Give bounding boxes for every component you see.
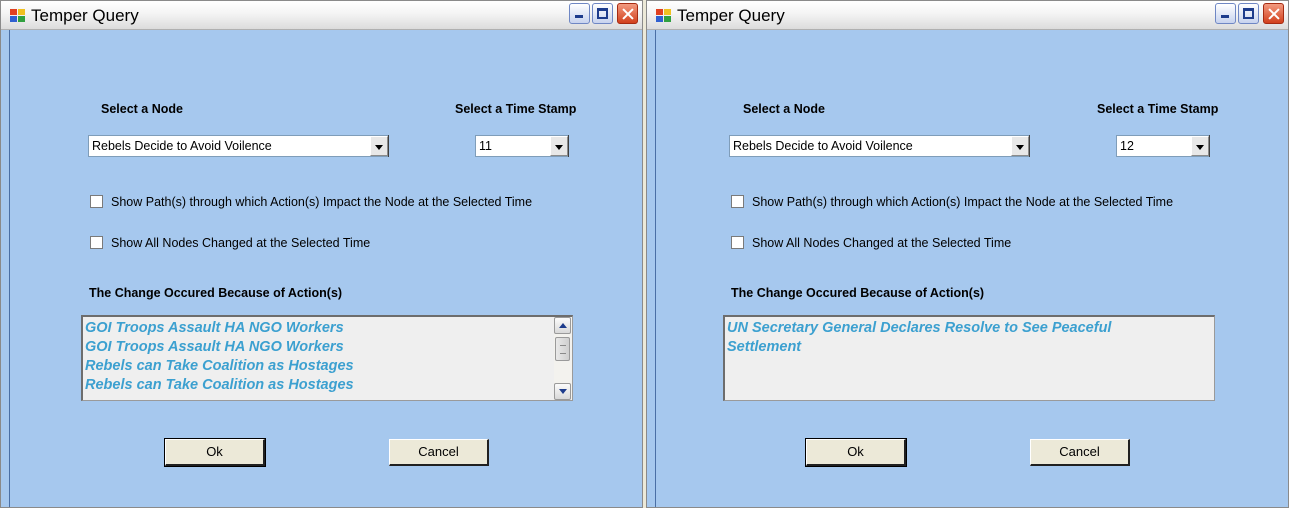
show-paths-label: Show Path(s) through which Action(s) Imp… bbox=[111, 195, 533, 209]
timestamp-select[interactable]: 12 bbox=[1116, 135, 1210, 157]
change-label: The Change Occured Because of Action(s) bbox=[89, 286, 343, 300]
actions-list: UN Secretary General Declares Resolve to… bbox=[727, 319, 1210, 357]
window-title: Temper Query bbox=[677, 6, 785, 25]
title-bar[interactable]: Temper Query bbox=[647, 1, 1288, 30]
show-all-checkbox[interactable] bbox=[90, 236, 103, 249]
action-line: Rebels can Take Coalition as Hostages bbox=[85, 377, 354, 393]
chevron-down-icon[interactable] bbox=[550, 136, 568, 156]
app-icon bbox=[656, 9, 672, 23]
timestamp-select[interactable]: 11 bbox=[475, 135, 569, 157]
scroll-down-icon[interactable] bbox=[554, 383, 571, 400]
node-select[interactable]: Rebels Decide to Avoid Voilence bbox=[729, 135, 1030, 157]
show-all-checkbox-row[interactable]: Show All Nodes Changed at the Selected T… bbox=[731, 236, 1011, 250]
minimize-icon[interactable] bbox=[569, 3, 590, 24]
action-line: Settlement bbox=[727, 339, 802, 355]
show-paths-checkbox[interactable] bbox=[731, 195, 744, 208]
close-icon[interactable] bbox=[617, 3, 638, 24]
window-title: Temper Query bbox=[31, 6, 139, 25]
node-label: Select a Node bbox=[743, 102, 825, 116]
show-all-label: Show All Nodes Changed at the Selected T… bbox=[752, 236, 1012, 250]
close-icon[interactable] bbox=[1263, 3, 1284, 24]
node-label: Select a Node bbox=[101, 102, 183, 116]
show-all-label: Show All Nodes Changed at the Selected T… bbox=[111, 236, 371, 250]
timestamp-label: Select a Time Stamp bbox=[455, 102, 577, 116]
timestamp-select-value: 11 bbox=[479, 139, 492, 153]
temper-query-window-left: Temper Query Select a Node Select a Time… bbox=[0, 0, 643, 508]
dialog-body: Select a Node Select a Time Stamp Rebels… bbox=[9, 30, 638, 507]
chevron-down-icon[interactable] bbox=[370, 136, 388, 156]
action-line: UN Secretary General Declares Resolve to… bbox=[727, 320, 1112, 336]
timestamp-select-value: 12 bbox=[1120, 139, 1134, 153]
node-select-value: Rebels Decide to Avoid Voilence bbox=[92, 139, 272, 153]
show-all-checkbox-row[interactable]: Show All Nodes Changed at the Selected T… bbox=[90, 236, 370, 250]
title-bar[interactable]: Temper Query bbox=[1, 1, 642, 30]
chevron-down-icon[interactable] bbox=[1191, 136, 1209, 156]
show-paths-checkbox[interactable] bbox=[90, 195, 103, 208]
maximize-icon[interactable] bbox=[1238, 3, 1259, 24]
node-select[interactable]: Rebels Decide to Avoid Voilence bbox=[88, 135, 389, 157]
change-label: The Change Occured Because of Action(s) bbox=[731, 286, 985, 300]
chevron-down-icon[interactable] bbox=[1011, 136, 1029, 156]
minimize-icon[interactable] bbox=[1215, 3, 1236, 24]
actions-list: GOI Troops Assault HA NGO Workers GOI Tr… bbox=[85, 319, 552, 395]
vertical-scrollbar[interactable] bbox=[554, 317, 572, 400]
show-all-checkbox[interactable] bbox=[731, 236, 744, 249]
maximize-icon[interactable] bbox=[592, 3, 613, 24]
dialog-body: Select a Node Select a Time Stamp Rebels… bbox=[655, 30, 1284, 507]
show-paths-checkbox-row[interactable]: Show Path(s) through which Action(s) Imp… bbox=[90, 195, 532, 209]
app-icon bbox=[10, 9, 26, 23]
node-select-value: Rebels Decide to Avoid Voilence bbox=[733, 139, 913, 153]
cancel-button[interactable]: Cancel bbox=[389, 439, 489, 466]
actions-textbox[interactable]: GOI Troops Assault HA NGO Workers GOI Tr… bbox=[81, 315, 573, 401]
action-line: Rebels can Take Coalition as Hostages bbox=[85, 358, 354, 374]
show-paths-label: Show Path(s) through which Action(s) Imp… bbox=[752, 195, 1174, 209]
actions-textbox[interactable]: UN Secretary General Declares Resolve to… bbox=[723, 315, 1215, 401]
ok-button[interactable]: Ok bbox=[805, 438, 907, 467]
action-line: GOI Troops Assault HA NGO Workers bbox=[85, 339, 344, 355]
scroll-thumb[interactable] bbox=[555, 337, 570, 361]
timestamp-label: Select a Time Stamp bbox=[1097, 102, 1219, 116]
show-paths-checkbox-row[interactable]: Show Path(s) through which Action(s) Imp… bbox=[731, 195, 1173, 209]
ok-button[interactable]: Ok bbox=[164, 438, 266, 467]
scroll-up-icon[interactable] bbox=[554, 317, 571, 334]
cancel-button[interactable]: Cancel bbox=[1030, 439, 1130, 466]
temper-query-window-right: Temper Query Select a Node Select a Time… bbox=[646, 0, 1289, 508]
action-line: GOI Troops Assault HA NGO Workers bbox=[85, 320, 344, 336]
